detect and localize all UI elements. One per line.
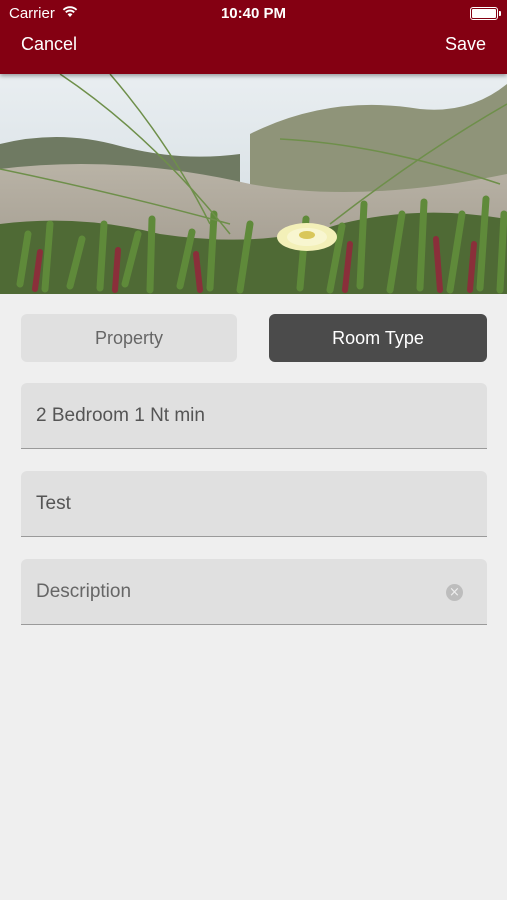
test-field-value: Test: [36, 492, 71, 514]
test-field[interactable]: Test: [21, 471, 487, 537]
status-bar: Carrier 10:40 PM: [0, 0, 507, 28]
room-name-value: 2 Bedroom 1 Nt min: [36, 404, 205, 426]
segment-property[interactable]: Property: [21, 314, 237, 362]
header-photo: [0, 74, 507, 294]
room-name-field[interactable]: 2 Bedroom 1 Nt min: [21, 383, 487, 449]
description-field[interactable]: Description ×: [21, 559, 487, 625]
battery-icon: [470, 7, 501, 20]
flower: [277, 223, 337, 251]
cancel-button[interactable]: Cancel: [21, 34, 77, 55]
clock: 10:40 PM: [220, 5, 287, 22]
segment-room-type[interactable]: Room Type: [269, 314, 487, 362]
description-placeholder: Description: [36, 580, 132, 602]
segment-room-type-label: Room Type: [332, 327, 424, 348]
save-button[interactable]: Save: [445, 34, 486, 55]
segment-property-label: Property: [94, 327, 164, 348]
clear-icon[interactable]: ×: [446, 584, 463, 601]
navigation-bar: Carrier 10:40 PM Cancel Save: [0, 0, 507, 74]
